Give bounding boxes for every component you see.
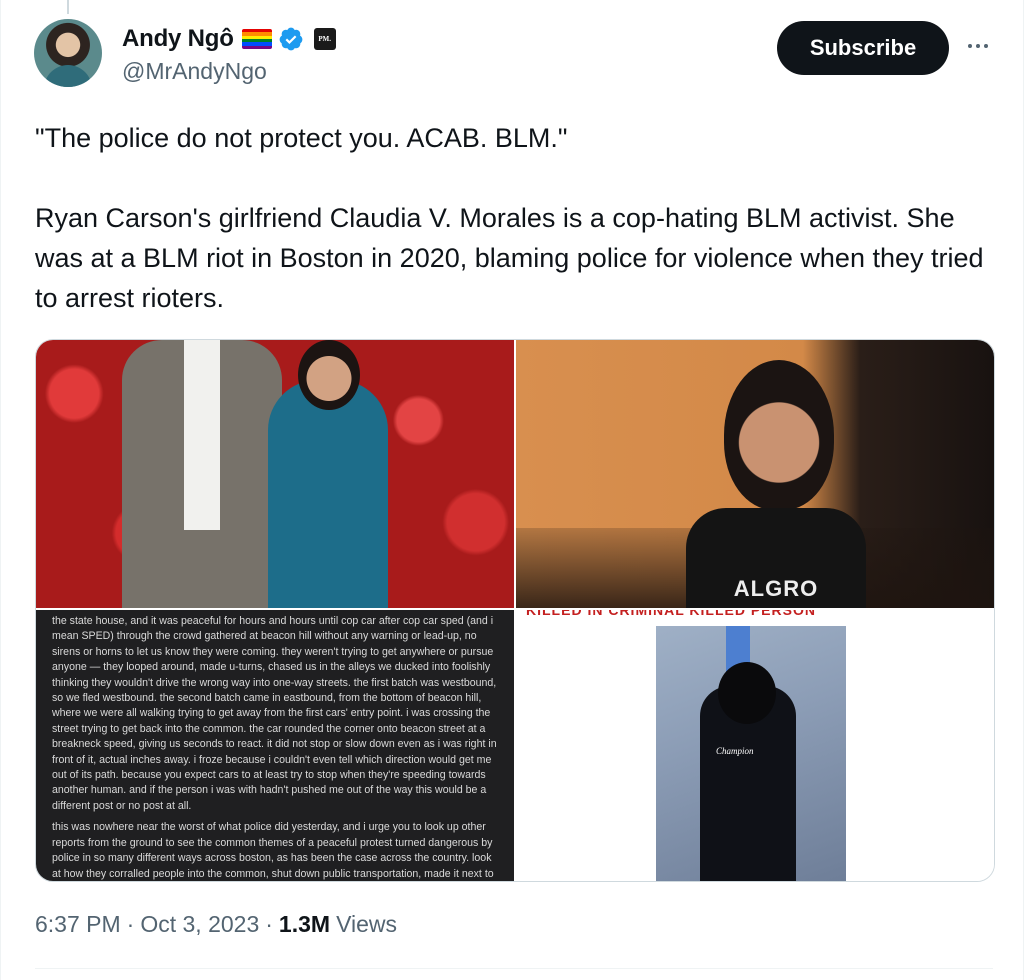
photo-shirt-text: ALGRO [733,576,819,601]
thread-connector-line [67,0,69,14]
author-display-name[interactable]: Andy Ngô [122,25,234,53]
tweet-text: "The police do not protect you. ACAB. BL… [35,118,995,318]
photo-woman-dress [268,380,388,608]
tweet-date[interactable]: Oct 3, 2023 [140,911,259,938]
left-border [0,0,1,980]
media-photo-portrait[interactable]: ALGRO [516,340,994,608]
tweet-meta: 6:37 PM · Oct 3, 2023 · 1.3M Views [35,911,397,938]
rainbow-flag-icon [241,29,272,49]
avatar[interactable] [34,19,102,87]
photo-portrait-head [724,360,834,510]
media-screenshot-post[interactable]: the state house, and it was peaceful for… [36,610,514,881]
author-name-row: Andy Ngô PM. [122,24,336,54]
media-grid: ALGRO the state house, and it was peacef… [35,339,995,882]
photo-banner: KILLED IN CRIMINAL KILLED PERSON [516,610,994,618]
author-handle[interactable]: @MrAndyNgo [122,58,267,85]
avatar-shirt [44,65,92,87]
views-label: Views [336,911,397,937]
more-horizontal-icon[interactable] [962,30,994,62]
screenshot-paragraph-2: this was nowhere near the worst of what … [52,821,494,880]
photo-banner-text: KILLED IN CRIMINAL KILLED PERSON [526,610,816,618]
photo-hoodie-logo: Champion [716,746,754,756]
photo-person-hood [718,662,776,724]
verified-badge-icon[interactable] [278,26,304,52]
more-dot [968,44,972,48]
views-count[interactable]: 1.3M [279,911,330,938]
more-dot [984,44,988,48]
meta-separator: · [126,911,135,937]
tweet-paragraph-2: Ryan Carson's girlfriend Claudia V. Mora… [35,203,984,313]
tweet-paragraph-1: "The police do not protect you. ACAB. BL… [35,123,568,153]
photo-man-shirt [184,340,220,530]
divider [35,968,993,969]
photo-woman-head [298,340,360,410]
tweet-time[interactable]: 6:37 PM [35,911,121,938]
more-dot [976,44,980,48]
org-affiliation-icon[interactable]: PM. [313,28,336,50]
meta-separator: · [265,911,273,937]
photo-man-figure [122,340,282,608]
photo-street-image: Champion [656,626,846,881]
screenshot-post-text: the state house, and it was peaceful for… [52,614,502,881]
media-photo-street[interactable]: KILLED IN CRIMINAL KILLED PERSON Champio… [516,610,994,881]
media-photo-couple[interactable] [36,340,514,608]
screenshot-paragraph-1: the state house, and it was peaceful for… [52,615,497,812]
subscribe-button[interactable]: Subscribe [777,21,949,75]
